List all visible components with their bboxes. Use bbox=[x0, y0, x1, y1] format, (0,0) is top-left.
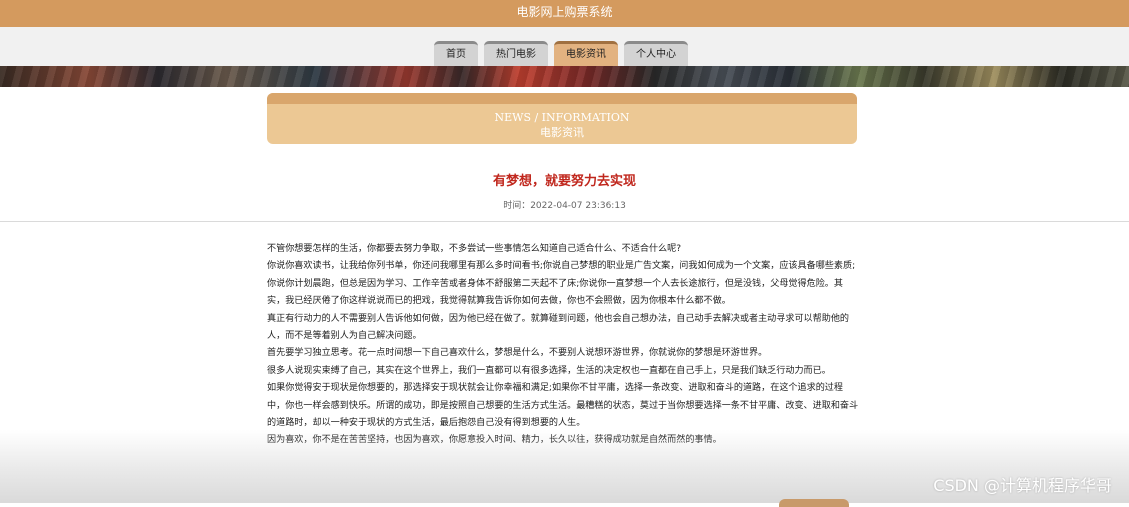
section-header-panel: NEWS / INFORMATION 电影资讯 bbox=[267, 93, 857, 144]
nav-tab-hot-movies[interactable]: 热门电影 bbox=[484, 41, 548, 66]
banner-image bbox=[0, 66, 1129, 87]
nav-tab-personal-center[interactable]: 个人中心 bbox=[624, 41, 688, 66]
csdn-watermark: CSDN @计算机程序华哥 bbox=[933, 476, 1112, 495]
section-title-cn: 电影资讯 bbox=[540, 126, 584, 139]
article-time: 时间：2022-04-07 23:36:13 bbox=[503, 201, 626, 211]
article-paragraph: 不管你想要怎样的生活，你都要去努力争取，不多尝试一些事情怎么知道自己适合什么、不… bbox=[267, 244, 682, 254]
article-paragraph: 因为喜欢，你不是在苦苦坚持，也因为喜欢，你愿意投入时间、精力，长久以往，获得成功… bbox=[267, 435, 722, 446]
section-title-en: NEWS / INFORMATION bbox=[494, 111, 630, 124]
article-paragraph: 首先要学习独立思考。花一点时间想一下自己喜欢什么，梦想是什么，不要别人说想环游世… bbox=[267, 348, 768, 359]
nav-bar: 首页 热门电影 电影资讯 个人中心 bbox=[0, 27, 1129, 66]
article-paragraph: 你说你喜欢读书，让我给你列书单，你还问我哪里有那么多时间看书;你说自己梦想的职业… bbox=[267, 261, 856, 307]
article-paragraph: 如果你觉得安于现状是你想要的，那选择安于现状就会让你幸福和满足;如果你不甘平庸，… bbox=[267, 383, 859, 429]
nav-tab-home[interactable]: 首页 bbox=[434, 41, 478, 66]
divider bbox=[0, 221, 1129, 222]
panel-top-strip bbox=[267, 93, 857, 104]
bottom-tab bbox=[779, 499, 849, 507]
site-title: 电影网上购票系统 bbox=[516, 5, 613, 19]
article-paragraph: 真正有行动力的人不需要别人告诉他如何做，因为他已经在做了。就算碰到问题，他也会自… bbox=[267, 313, 850, 342]
article-title: 有梦想，就要努力去实现 bbox=[492, 174, 636, 189]
article-paragraph: 很多人说现实束缚了自己，其实在这个世界上，我们一直都可以有很多选择，生活的决定权… bbox=[267, 365, 831, 376]
nav-tab-movie-news[interactable]: 电影资讯 bbox=[554, 41, 618, 66]
main-nav: 首页 热门电影 电影资讯 个人中心 bbox=[434, 35, 688, 66]
article-body: 不管你想要怎样的生活，你都要去努力争取，不多尝试一些事情怎么知道自己适合什么、不… bbox=[267, 241, 859, 450]
header-bar: 电影网上购票系统 bbox=[0, 0, 1129, 27]
